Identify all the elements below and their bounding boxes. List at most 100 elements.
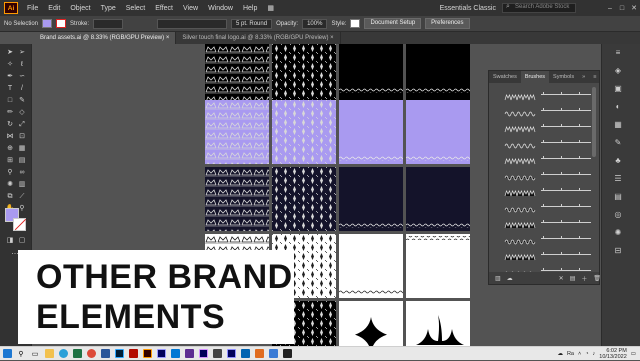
tab-brand-assets[interactable]: Brand assets.ai @ 8.33% (RGB/GPU Preview… [34,32,177,44]
app-icon-dark[interactable] [280,347,294,361]
rectangle-tool-icon[interactable]: □ [5,96,15,105]
mesh-tool-icon[interactable]: ⊞ [5,156,15,165]
document-setup-button[interactable]: Document Setup [364,18,422,29]
stroke-color-box[interactable] [13,218,27,231]
volume-icon[interactable]: ♪ [593,351,596,357]
artboard-pattern-crown-black[interactable] [205,44,269,108]
delete-brush-icon[interactable]: 🗑 [593,275,601,282]
stroke-swatch[interactable] [56,19,67,28]
photoshop-icon[interactable] [112,347,126,361]
magic-wand-icon[interactable]: ✧ [5,60,15,69]
excel-icon[interactable] [70,347,84,361]
swatches-icon[interactable]: ▦ [612,120,624,130]
lasso-tool-icon[interactable]: ℓ [17,60,27,69]
premiere-icon[interactable] [154,347,168,361]
artboard-pattern-crown-lavender[interactable] [205,100,269,164]
new-brush-icon[interactable]: ＋ [581,274,587,283]
stroke-icon[interactable]: ☰ [612,174,624,184]
word-icon[interactable] [98,347,112,361]
tray-arrow-icon[interactable]: ˄ [578,351,581,357]
paintbrush-tool-icon[interactable]: ✎ [17,96,27,105]
slice-tool-icon[interactable]: ⟋ [17,192,27,201]
eraser-tool-icon[interactable]: ◇ [17,108,27,117]
artboard-border-lavender-2[interactable] [406,100,470,164]
file-explorer-icon[interactable] [42,347,56,361]
brush-definition-dropdown[interactable]: 5 pt. Round [231,18,273,29]
start-icon[interactable] [0,347,14,361]
fill-swatch[interactable] [42,19,53,28]
selection-tool-icon[interactable]: ➤ [5,48,15,57]
arrange-documents-icon[interactable]: ▦ [262,4,279,12]
artboard-crown-element[interactable] [406,301,470,346]
gradient-tool-icon[interactable]: ▤ [17,156,27,165]
artboard-pattern-diamond-black[interactable] [272,44,336,108]
appearance-icon[interactable]: ✺ [612,228,624,238]
tab-close-icon[interactable]: × [166,35,170,41]
app-icon-orange[interactable] [252,347,266,361]
layers-icon[interactable]: ◈ [612,66,624,76]
chrome-icon[interactable] [84,347,98,361]
properties-icon[interactable]: ≡ [612,48,624,58]
align-icon[interactable]: ⊟ [612,246,624,256]
search-stock-input[interactable]: Search Adobe Stock [502,3,576,13]
panel-menu-icon[interactable]: ≡ [589,71,600,83]
artboard-pattern-crown-navy[interactable] [205,167,269,231]
preferences-button[interactable]: Preferences [425,18,470,29]
stroke-weight-field[interactable] [93,18,124,29]
brush-item[interactable] [503,153,591,165]
artboard-star-element[interactable] [339,301,403,346]
graph-tool-icon[interactable]: ▥ [17,180,27,189]
pen-tool-icon[interactable]: ✒ [5,72,15,81]
curvature-tool-icon[interactable]: ∽ [17,72,27,81]
libraries-panel-icon[interactable]: ☁ [507,275,513,282]
transparency-icon[interactable]: ◎ [612,210,624,220]
mail-icon[interactable] [168,347,182,361]
artboard-border-black[interactable] [339,44,403,108]
menu-select[interactable]: Select [121,5,150,12]
eyedropper-tool-icon[interactable]: ⚲ [5,168,15,177]
brush-item[interactable] [503,169,591,181]
photos-icon[interactable] [238,347,252,361]
menu-edit[interactable]: Edit [43,5,65,12]
menu-type[interactable]: Type [96,5,121,12]
variable-width-profile[interactable] [157,18,228,29]
brushes-icon[interactable]: ✎ [612,138,624,148]
task-view-icon[interactable]: ▭ [28,347,42,361]
acrobat-icon[interactable] [126,347,140,361]
panel-collapse-icon[interactable]: » [578,71,589,83]
weather-icon[interactable]: ☁ [557,351,563,357]
menu-view[interactable]: View [178,5,203,12]
brush-item[interactable] [503,105,591,117]
scale-tool-icon[interactable]: ⤢ [17,120,27,129]
brush-libraries-icon[interactable]: ▥ [495,275,501,282]
screen-mode-icon[interactable]: ▢ [17,236,27,245]
edge-icon[interactable] [56,347,70,361]
menu-file[interactable]: File [22,5,43,12]
menu-help[interactable]: Help [238,5,262,12]
minimize-icon[interactable]: – [604,5,616,12]
artboard-tool-icon[interactable]: ⧉ [5,192,15,201]
type-tool-icon[interactable]: T [5,84,15,93]
brush-item[interactable] [503,201,591,213]
brush-item[interactable] [503,249,591,261]
artboard-border-black-2[interactable] [406,44,470,108]
search-icon[interactable]: ⚲ [14,347,28,361]
pencil-tool-icon[interactable]: ✏ [5,108,15,117]
menu-effect[interactable]: Effect [150,5,178,12]
clock[interactable]: 6:02 PM 10/13/2022 [599,348,627,360]
tab-brushes[interactable]: Brushes [520,71,550,83]
free-transform-icon[interactable]: ⊡ [17,132,27,141]
media-encoder-icon[interactable] [224,347,238,361]
brush-options-icon[interactable]: ▤ [570,275,576,282]
brush-item[interactable] [503,185,591,197]
artboard-pattern-diamond-lavender[interactable] [272,100,336,164]
close-icon[interactable]: ✕ [628,4,640,12]
gradient-icon[interactable]: ▤ [612,192,624,202]
blend-tool-icon[interactable]: ∞ [17,168,27,177]
illustrator-taskbar-icon[interactable] [140,347,154,361]
brush-item[interactable] [503,121,591,133]
perspective-grid-icon[interactable]: ▦ [17,144,27,153]
rotate-tool-icon[interactable]: ↻ [5,120,15,129]
opacity-field[interactable]: 100% [302,18,328,29]
tab-swatches[interactable]: Swatches [489,71,521,83]
